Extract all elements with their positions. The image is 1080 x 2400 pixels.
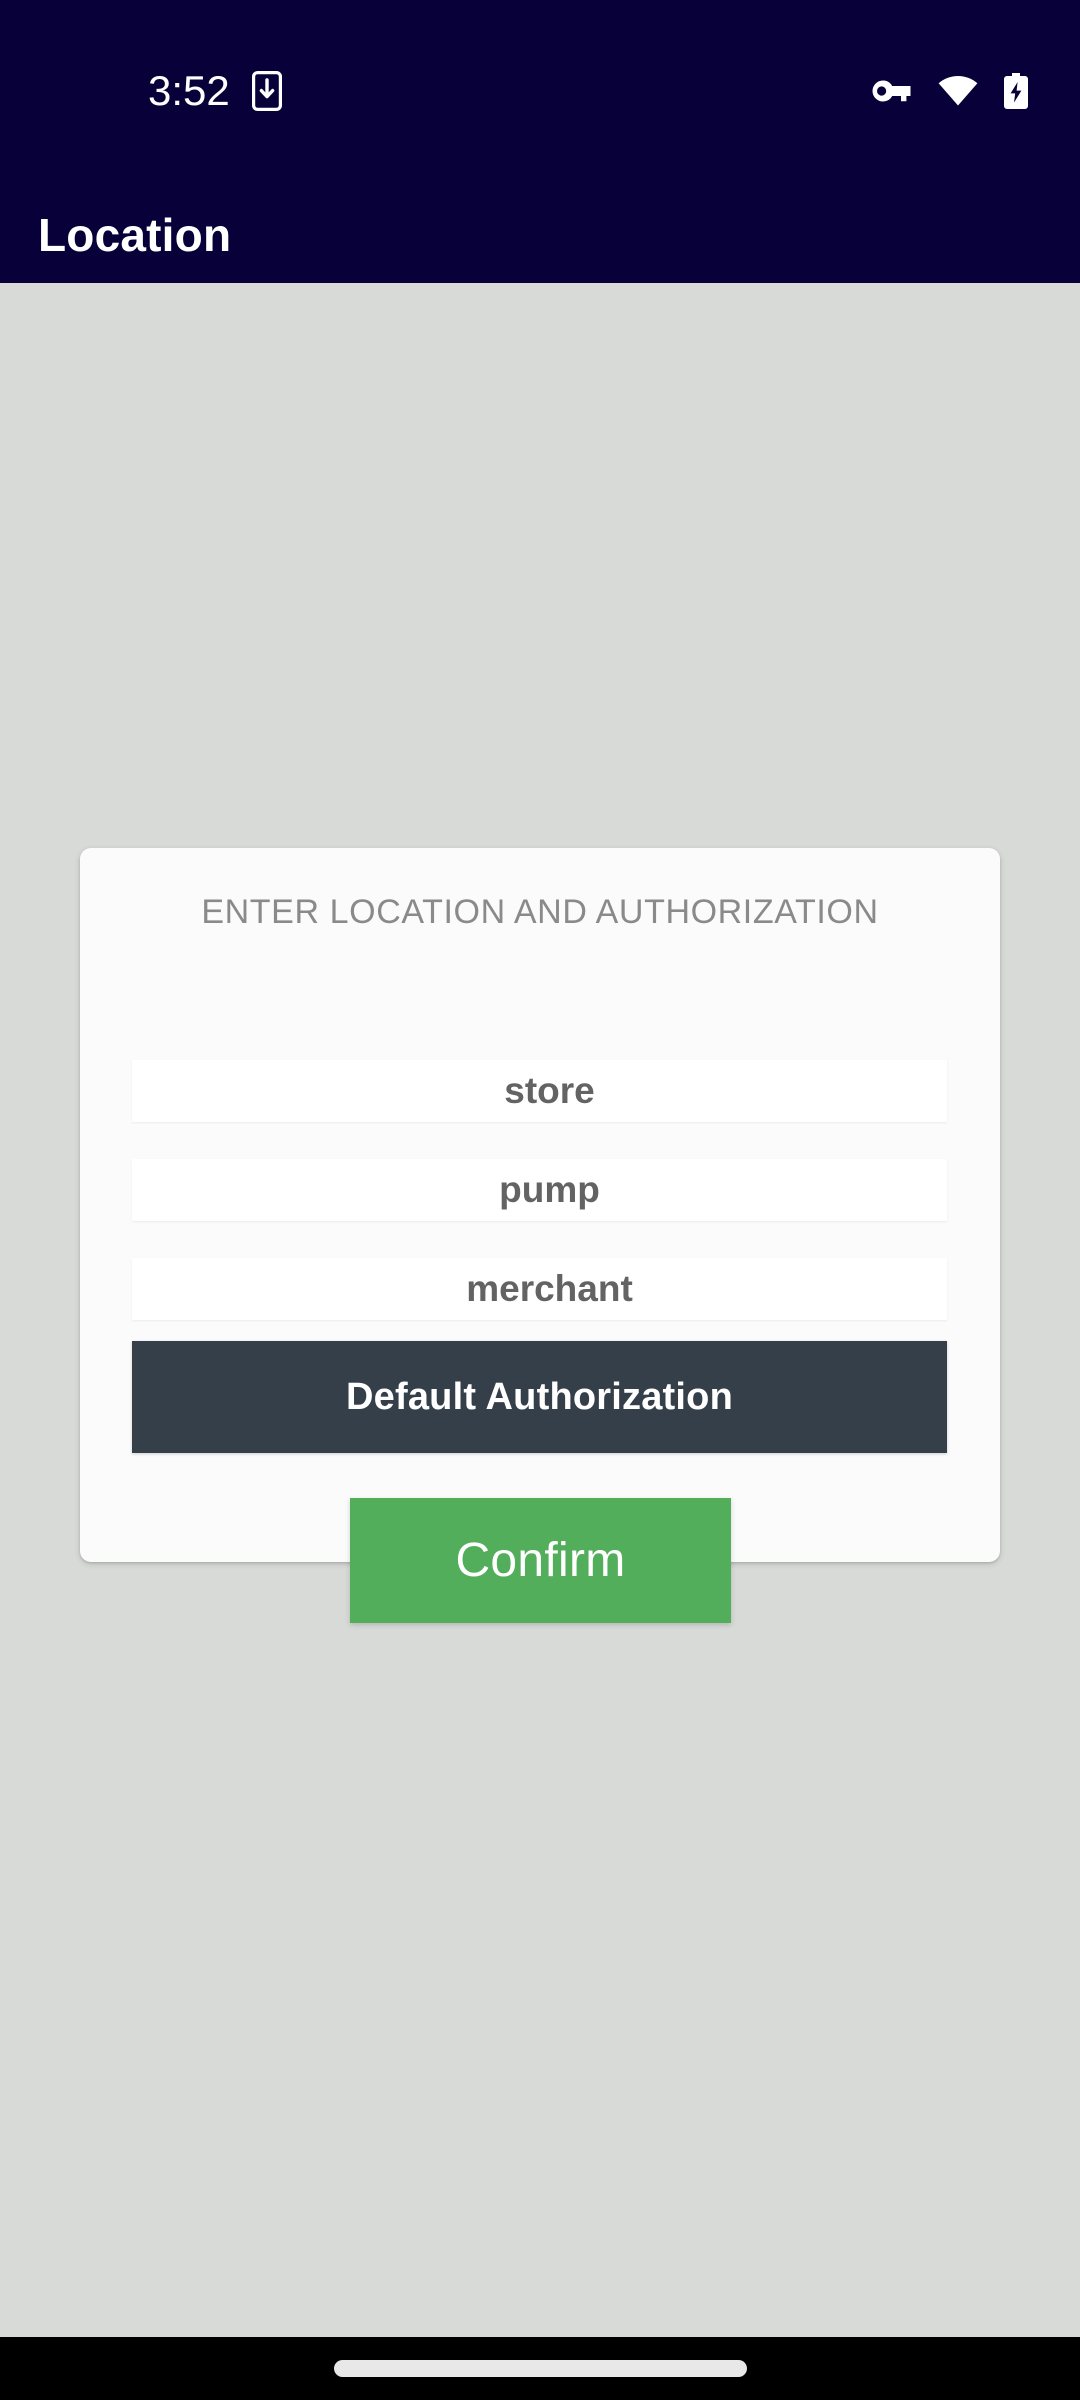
wifi-icon bbox=[938, 76, 978, 106]
pump-input[interactable] bbox=[132, 1159, 947, 1221]
phone-screen: 3:52 Location ENTER LOCATION AND AUTHORI… bbox=[0, 0, 1080, 2400]
status-bar-left: 3:52 bbox=[0, 70, 282, 112]
phone-download-icon bbox=[251, 71, 282, 111]
status-bar-clock: 3:52 bbox=[148, 67, 230, 114]
location-form-card: ENTER LOCATION AND AUTHORIZATION Default… bbox=[80, 848, 1000, 1562]
vpn-key-icon bbox=[870, 79, 912, 103]
status-bar-right bbox=[870, 73, 1028, 109]
confirm-button[interactable]: Confirm bbox=[350, 1498, 731, 1623]
main-content: ENTER LOCATION AND AUTHORIZATION Default… bbox=[0, 283, 1080, 2337]
battery-charging-icon bbox=[1004, 73, 1028, 109]
system-navigation-bar bbox=[0, 2337, 1080, 2400]
store-input[interactable] bbox=[132, 1060, 947, 1122]
page-title: Location bbox=[38, 208, 232, 261]
app-bar: Location bbox=[0, 190, 1080, 283]
gesture-home-pill[interactable] bbox=[333, 2360, 747, 2377]
merchant-input[interactable] bbox=[132, 1258, 947, 1320]
default-authorization-button[interactable]: Default Authorization bbox=[132, 1341, 947, 1453]
card-heading: ENTER LOCATION AND AUTHORIZATION bbox=[201, 893, 879, 931]
status-bar: 3:52 bbox=[0, 0, 1080, 190]
